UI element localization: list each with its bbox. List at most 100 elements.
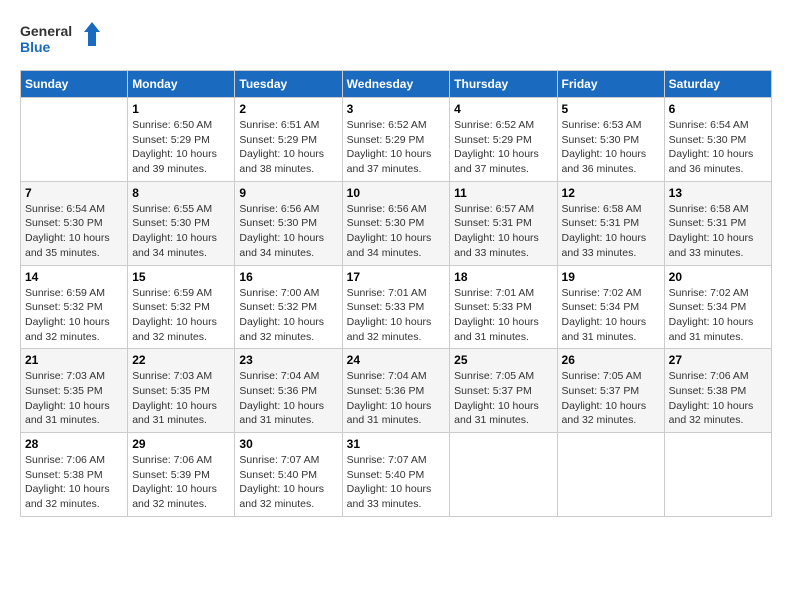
day-number: 23	[239, 353, 337, 367]
day-number: 19	[562, 270, 660, 284]
calendar-week-5: 28 Sunrise: 7:06 AM Sunset: 5:38 PM Dayli…	[21, 433, 772, 517]
calendar-cell	[557, 433, 664, 517]
day-info: Sunrise: 7:02 AM Sunset: 5:34 PM Dayligh…	[669, 286, 767, 345]
day-info: Sunrise: 6:52 AM Sunset: 5:29 PM Dayligh…	[454, 118, 552, 177]
calendar-cell: 7 Sunrise: 6:54 AM Sunset: 5:30 PM Daylig…	[21, 181, 128, 265]
calendar-cell: 5Sunrise: 6:53 AM Sunset: 5:30 PM Daylig…	[557, 98, 664, 182]
weekday-header-saturday: Saturday	[664, 71, 771, 98]
calendar-cell: 4 Sunrise: 6:52 AM Sunset: 5:29 PM Daylig…	[450, 98, 557, 182]
day-info: Sunrise: 7:06 AM Sunset: 5:39 PM Dayligh…	[132, 453, 230, 512]
day-number: 7	[25, 186, 123, 200]
calendar-cell: 28 Sunrise: 7:06 AM Sunset: 5:38 PM Dayli…	[21, 433, 128, 517]
calendar-body: 1 Sunrise: 6:50 AM Sunset: 5:29 PM Daylig…	[21, 98, 772, 517]
calendar-cell	[21, 98, 128, 182]
calendar-cell: 15 Sunrise: 6:59 AM Sunset: 5:32 PM Dayli…	[128, 265, 235, 349]
calendar-cell: 9Sunrise: 6:56 AM Sunset: 5:30 PM Daylig…	[235, 181, 342, 265]
day-info: Sunrise: 6:51 AM Sunset: 5:29 PM Dayligh…	[239, 118, 337, 177]
day-info: Sunrise: 6:52 AM Sunset: 5:29 PM Dayligh…	[347, 118, 446, 177]
day-info: Sunrise: 7:00 AM Sunset: 5:32 PM Dayligh…	[239, 286, 337, 345]
day-number: 27	[669, 353, 767, 367]
day-number: 6	[669, 102, 767, 116]
weekday-header-friday: Friday	[557, 71, 664, 98]
calendar-cell	[450, 433, 557, 517]
day-info: Sunrise: 7:06 AM Sunset: 5:38 PM Dayligh…	[25, 453, 123, 512]
logo-svg: General Blue	[20, 20, 100, 60]
day-number: 28	[25, 437, 123, 451]
day-info: Sunrise: 7:02 AM Sunset: 5:34 PM Dayligh…	[562, 286, 660, 345]
calendar-cell: 18 Sunrise: 7:01 AM Sunset: 5:33 PM Dayli…	[450, 265, 557, 349]
day-number: 22	[132, 353, 230, 367]
day-info: Sunrise: 7:06 AM Sunset: 5:38 PM Dayligh…	[669, 369, 767, 428]
calendar-cell: 29 Sunrise: 7:06 AM Sunset: 5:39 PM Dayli…	[128, 433, 235, 517]
day-number: 26	[562, 353, 660, 367]
calendar-cell: 22Sunrise: 7:03 AM Sunset: 5:35 PM Dayli…	[128, 349, 235, 433]
day-info: Sunrise: 6:56 AM Sunset: 5:30 PM Dayligh…	[347, 202, 446, 261]
day-number: 20	[669, 270, 767, 284]
day-info: Sunrise: 6:50 AM Sunset: 5:29 PM Dayligh…	[132, 118, 230, 177]
day-number: 9	[239, 186, 337, 200]
day-info: Sunrise: 7:01 AM Sunset: 5:33 PM Dayligh…	[347, 286, 446, 345]
calendar-cell: 6 Sunrise: 6:54 AM Sunset: 5:30 PM Daylig…	[664, 98, 771, 182]
weekday-header-wednesday: Wednesday	[342, 71, 450, 98]
logo: General Blue	[20, 20, 100, 60]
calendar-week-4: 21Sunrise: 7:03 AM Sunset: 5:35 PM Dayli…	[21, 349, 772, 433]
calendar-cell: 31 Sunrise: 7:07 AM Sunset: 5:40 PM Dayli…	[342, 433, 450, 517]
calendar-cell: 23 Sunrise: 7:04 AM Sunset: 5:36 PM Dayli…	[235, 349, 342, 433]
day-number: 12	[562, 186, 660, 200]
day-info: Sunrise: 6:54 AM Sunset: 5:30 PM Dayligh…	[669, 118, 767, 177]
day-number: 24	[347, 353, 446, 367]
day-number: 17	[347, 270, 446, 284]
calendar-cell: 19 Sunrise: 7:02 AM Sunset: 5:34 PM Dayli…	[557, 265, 664, 349]
calendar-cell: 17 Sunrise: 7:01 AM Sunset: 5:33 PM Dayli…	[342, 265, 450, 349]
day-info: Sunrise: 7:05 AM Sunset: 5:37 PM Dayligh…	[562, 369, 660, 428]
calendar: SundayMondayTuesdayWednesdayThursdayFrid…	[20, 70, 772, 517]
calendar-cell: 24 Sunrise: 7:04 AM Sunset: 5:36 PM Dayli…	[342, 349, 450, 433]
day-number: 31	[347, 437, 446, 451]
calendar-cell: 1 Sunrise: 6:50 AM Sunset: 5:29 PM Daylig…	[128, 98, 235, 182]
weekday-header-tuesday: Tuesday	[235, 71, 342, 98]
day-info: Sunrise: 7:04 AM Sunset: 5:36 PM Dayligh…	[239, 369, 337, 428]
calendar-week-1: 1 Sunrise: 6:50 AM Sunset: 5:29 PM Daylig…	[21, 98, 772, 182]
day-info: Sunrise: 7:05 AM Sunset: 5:37 PM Dayligh…	[454, 369, 552, 428]
day-info: Sunrise: 7:07 AM Sunset: 5:40 PM Dayligh…	[239, 453, 337, 512]
day-info: Sunrise: 6:58 AM Sunset: 5:31 PM Dayligh…	[669, 202, 767, 261]
day-number: 1	[132, 102, 230, 116]
calendar-cell: 25 Sunrise: 7:05 AM Sunset: 5:37 PM Dayli…	[450, 349, 557, 433]
calendar-week-2: 7 Sunrise: 6:54 AM Sunset: 5:30 PM Daylig…	[21, 181, 772, 265]
calendar-cell: 20 Sunrise: 7:02 AM Sunset: 5:34 PM Dayli…	[664, 265, 771, 349]
svg-text:Blue: Blue	[20, 39, 51, 55]
svg-text:General: General	[20, 23, 72, 39]
calendar-cell: 16 Sunrise: 7:00 AM Sunset: 5:32 PM Dayli…	[235, 265, 342, 349]
day-info: Sunrise: 6:57 AM Sunset: 5:31 PM Dayligh…	[454, 202, 552, 261]
day-number: 18	[454, 270, 552, 284]
day-info: Sunrise: 6:59 AM Sunset: 5:32 PM Dayligh…	[132, 286, 230, 345]
day-number: 4	[454, 102, 552, 116]
day-info: Sunrise: 7:07 AM Sunset: 5:40 PM Dayligh…	[347, 453, 446, 512]
calendar-week-3: 14Sunrise: 6:59 AM Sunset: 5:32 PM Dayli…	[21, 265, 772, 349]
day-number: 15	[132, 270, 230, 284]
day-number: 29	[132, 437, 230, 451]
day-number: 8	[132, 186, 230, 200]
day-number: 16	[239, 270, 337, 284]
day-number: 25	[454, 353, 552, 367]
day-info: Sunrise: 7:04 AM Sunset: 5:36 PM Dayligh…	[347, 369, 446, 428]
calendar-cell: 8Sunrise: 6:55 AM Sunset: 5:30 PM Daylig…	[128, 181, 235, 265]
calendar-cell: 21Sunrise: 7:03 AM Sunset: 5:35 PM Dayli…	[21, 349, 128, 433]
calendar-cell: 3Sunrise: 6:52 AM Sunset: 5:29 PM Daylig…	[342, 98, 450, 182]
day-number: 10	[347, 186, 446, 200]
day-info: Sunrise: 7:01 AM Sunset: 5:33 PM Dayligh…	[454, 286, 552, 345]
day-info: Sunrise: 6:58 AM Sunset: 5:31 PM Dayligh…	[562, 202, 660, 261]
day-number: 30	[239, 437, 337, 451]
calendar-cell: 12 Sunrise: 6:58 AM Sunset: 5:31 PM Dayli…	[557, 181, 664, 265]
day-info: Sunrise: 7:03 AM Sunset: 5:35 PM Dayligh…	[25, 369, 123, 428]
calendar-cell: 27 Sunrise: 7:06 AM Sunset: 5:38 PM Dayli…	[664, 349, 771, 433]
day-info: Sunrise: 6:54 AM Sunset: 5:30 PM Dayligh…	[25, 202, 123, 261]
weekday-header-monday: Monday	[128, 71, 235, 98]
calendar-cell: 14Sunrise: 6:59 AM Sunset: 5:32 PM Dayli…	[21, 265, 128, 349]
calendar-cell: 11Sunrise: 6:57 AM Sunset: 5:31 PM Dayli…	[450, 181, 557, 265]
day-number: 5	[562, 102, 660, 116]
calendar-cell	[664, 433, 771, 517]
calendar-cell: 26 Sunrise: 7:05 AM Sunset: 5:37 PM Dayli…	[557, 349, 664, 433]
day-info: Sunrise: 6:59 AM Sunset: 5:32 PM Dayligh…	[25, 286, 123, 345]
day-number: 2	[239, 102, 337, 116]
